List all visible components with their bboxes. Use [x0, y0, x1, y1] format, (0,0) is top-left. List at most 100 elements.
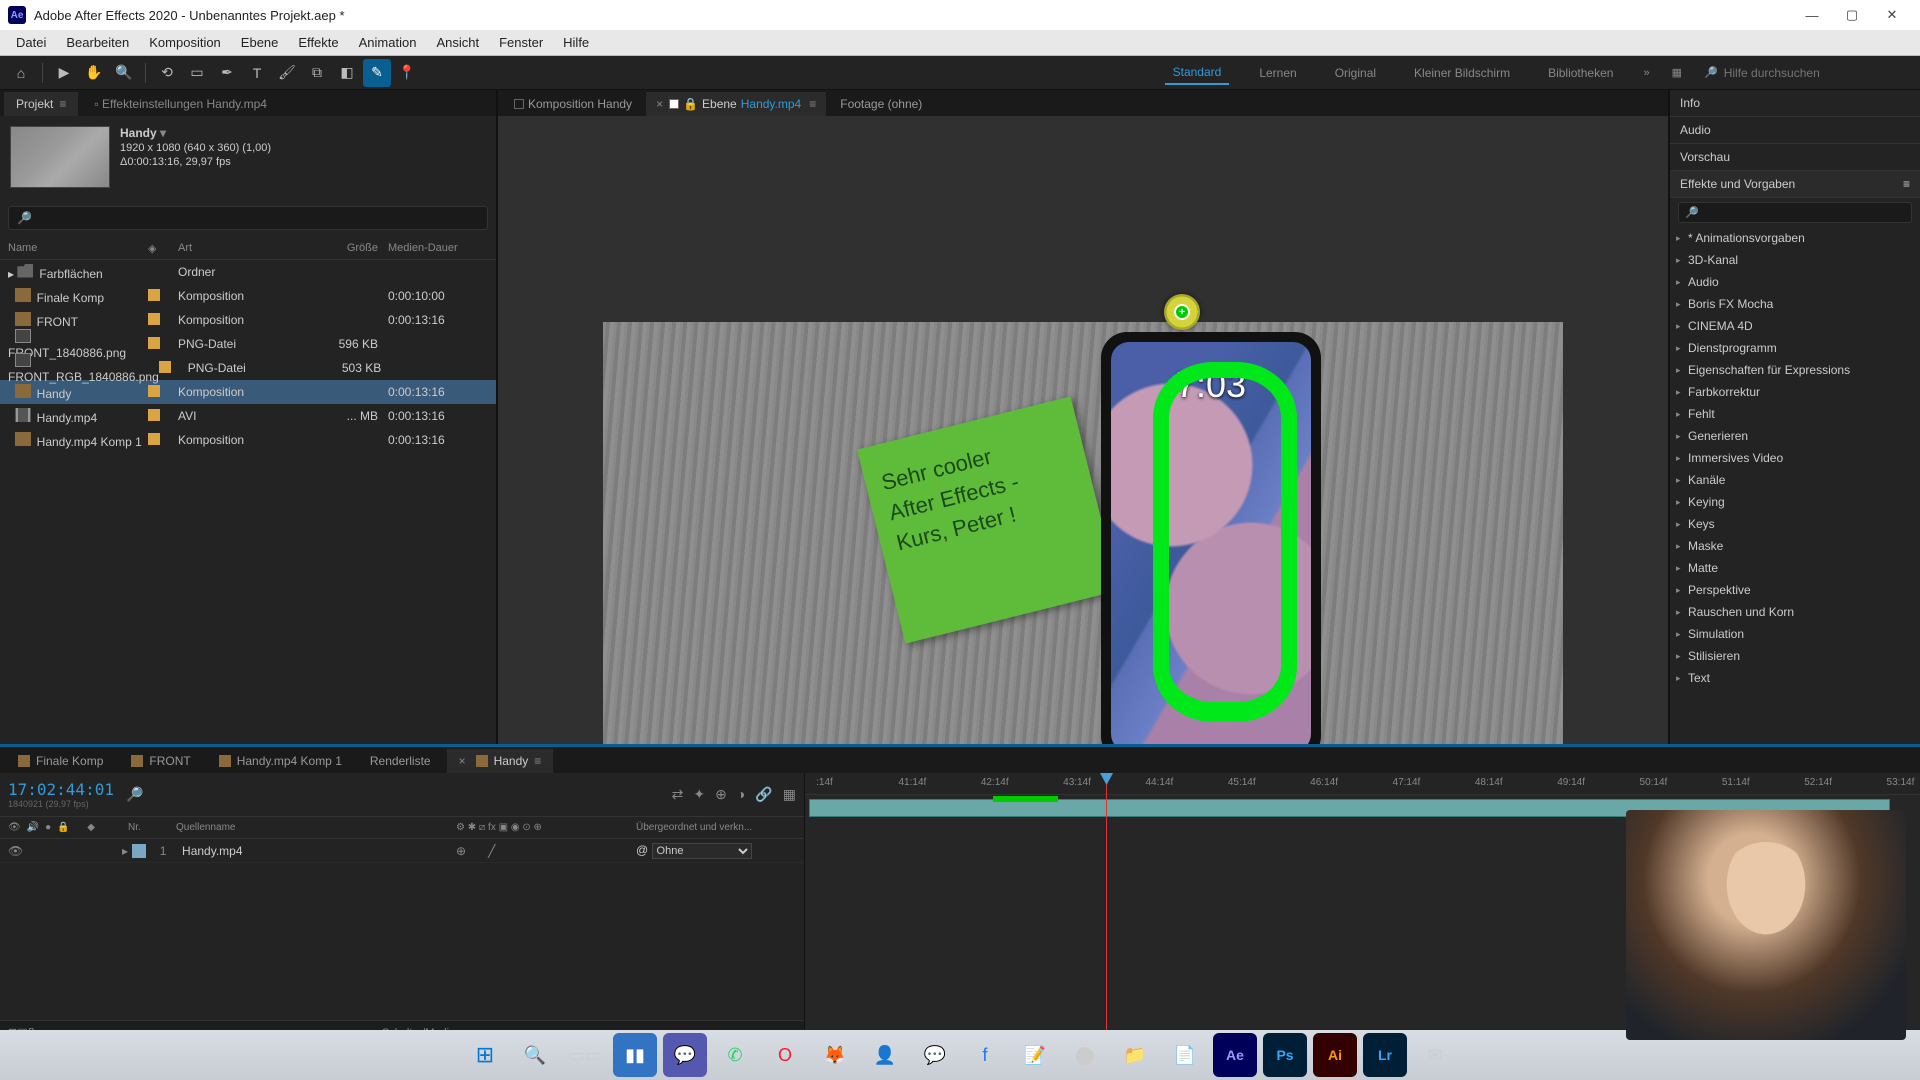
close-button[interactable]: ✕ — [1872, 0, 1912, 30]
workspace-small[interactable]: Kleiner Bildschirm — [1406, 62, 1518, 84]
project-row[interactable]: FRONT_RGB_1840886.png PNG-Datei 503 KB — [0, 356, 496, 380]
eye-icon[interactable]: 👁 — [8, 844, 22, 858]
col-switches[interactable]: ⚙ ✱ ⧄ fx ▣ ◉ ⊙ ⊕ — [456, 822, 636, 833]
help-search[interactable]: 🔎 — [1704, 66, 1904, 80]
effect-category[interactable]: Immersives Video — [1670, 447, 1920, 469]
lock-icon[interactable]: 🔒 — [683, 97, 698, 111]
effect-category[interactable]: 3D-Kanal — [1670, 249, 1920, 271]
home-tool-icon[interactable]: ⌂ — [7, 59, 35, 87]
help-search-input[interactable] — [1724, 66, 1874, 80]
tl-icon-4[interactable]: ◑ — [737, 786, 745, 803]
timeline-search-icon[interactable]: 🔎 — [126, 786, 143, 803]
col-type[interactable]: Art — [178, 242, 298, 255]
orbit-tool-icon[interactable]: ⟲ — [153, 59, 181, 87]
effect-category[interactable]: * Animationsvorgaben — [1670, 227, 1920, 249]
timeline-playhead[interactable] — [1106, 773, 1107, 1044]
pickwhip-icon[interactable]: @ — [636, 843, 648, 857]
workspace-original[interactable]: Original — [1327, 62, 1384, 84]
effect-category[interactable]: Farbkorrektur — [1670, 381, 1920, 403]
project-row[interactable]: ▸ Farbflächen Ordner — [0, 260, 496, 284]
effect-category[interactable]: Boris FX Mocha — [1670, 293, 1920, 315]
keyframe-nav-icon[interactable]: ◆ — [87, 822, 95, 833]
project-row[interactable]: Handy Komposition 0:00:13:16 — [0, 380, 496, 404]
selected-comp-name[interactable]: Handy — [120, 126, 271, 140]
col-size[interactable]: Größe — [298, 242, 378, 255]
tl-icon-6[interactable]: ▦ — [783, 786, 796, 803]
eraser-tool-icon[interactable]: ◧ — [333, 59, 361, 87]
menu-composition[interactable]: Komposition — [139, 32, 231, 53]
tab-effect-controls[interactable]: ▫ Effekteinstellungen Handy.mp4 — [82, 92, 279, 116]
selection-tool-icon[interactable]: ▶ — [50, 59, 78, 87]
workspace-libraries[interactable]: Bibliotheken — [1540, 62, 1621, 84]
effect-category[interactable]: Dienstprogramm — [1670, 337, 1920, 359]
effect-category[interactable]: Matte — [1670, 557, 1920, 579]
taskbar-opera-icon[interactable]: O — [763, 1033, 807, 1077]
menu-edit[interactable]: Bearbeiten — [56, 32, 139, 53]
col-duration[interactable]: Medien-Dauer — [378, 242, 488, 255]
pen-tool-icon[interactable]: ✒ — [213, 59, 241, 87]
col-nr[interactable]: Nr. — [128, 822, 168, 833]
effect-category[interactable]: Keying — [1670, 491, 1920, 513]
taskbar-whatsapp-icon[interactable]: ✆ — [713, 1033, 757, 1077]
tl-icon-5[interactable]: 🔗 — [755, 786, 772, 803]
effect-category[interactable]: Fehlt — [1670, 403, 1920, 425]
workspace-learn[interactable]: Lernen — [1251, 62, 1304, 84]
taskbar-folder-icon[interactable]: 📁 — [1113, 1033, 1157, 1077]
menu-window[interactable]: Fenster — [489, 32, 553, 53]
col-name[interactable]: Name — [8, 242, 148, 255]
timeline-tab[interactable]: Finale Komp — [6, 749, 115, 773]
taskbar-aftereffects-icon[interactable]: Ae — [1213, 1033, 1257, 1077]
menu-file[interactable]: Datei — [6, 32, 56, 53]
panel-menu-icon[interactable]: ≡ — [1903, 177, 1910, 191]
taskbar-messenger-icon[interactable]: 💬 — [913, 1033, 957, 1077]
effect-category[interactable]: Stilisieren — [1670, 645, 1920, 667]
effects-search[interactable]: 🔎 — [1678, 202, 1912, 223]
rect-tool-icon[interactable]: ▭ — [183, 59, 211, 87]
workspace-overflow-icon[interactable]: » — [1643, 67, 1649, 79]
effect-category[interactable]: Perspektive — [1670, 579, 1920, 601]
layer-name[interactable]: Handy.mp4 — [182, 844, 242, 858]
taskbar-notes-icon[interactable]: 📝 — [1013, 1033, 1057, 1077]
menu-effects[interactable]: Effekte — [288, 32, 348, 53]
workspace-standard[interactable]: Standard — [1165, 61, 1230, 85]
brush-tool-icon[interactable]: 🖌 — [273, 59, 301, 87]
effect-category[interactable]: Keys — [1670, 513, 1920, 535]
type-tool-icon[interactable]: T — [243, 59, 271, 87]
effect-category[interactable]: Generieren — [1670, 425, 1920, 447]
menu-animation[interactable]: Animation — [349, 32, 427, 53]
tab-close-icon[interactable]: × — [656, 97, 663, 111]
timeline-time[interactable]: 17:02:44:01 — [8, 780, 114, 799]
viewer-tab-layer[interactable]: × 🔒 Ebene Handy.mp4 ≡ — [646, 92, 826, 116]
tl-icon-2[interactable]: ✦ — [693, 786, 705, 803]
timeline-tab[interactable]: Renderliste — [358, 749, 443, 773]
minimize-button[interactable]: — — [1792, 0, 1832, 30]
zoom-tool-icon[interactable]: 🔍 — [110, 59, 138, 87]
panel-effects[interactable]: Effekte und Vorgaben≡ — [1670, 171, 1920, 198]
project-row[interactable]: Finale Komp Komposition 0:00:10:00 — [0, 284, 496, 308]
layer-link[interactable]: Handy.mp4 — [741, 97, 801, 111]
effect-category[interactable]: Audio — [1670, 271, 1920, 293]
taskbar-editor-icon[interactable]: 📄 — [1163, 1033, 1207, 1077]
roto-brush-tool-icon[interactable]: ✎ — [363, 59, 391, 87]
panel-preview[interactable]: Vorschau — [1670, 144, 1920, 171]
puppet-tool-icon[interactable]: 📍 — [393, 59, 421, 87]
tl-icon-3[interactable]: ⊕ — [715, 786, 727, 803]
effect-category[interactable]: CINEMA 4D — [1670, 315, 1920, 337]
panel-audio[interactable]: Audio — [1670, 117, 1920, 144]
viewer-tab-comp[interactable]: Komposition Handy — [504, 92, 642, 116]
effect-category[interactable]: Eigenschaften für Expressions — [1670, 359, 1920, 381]
tab-project[interactable]: Projekt≡ — [4, 92, 78, 116]
effect-category[interactable]: Kanäle — [1670, 469, 1920, 491]
panel-info[interactable]: Info — [1670, 90, 1920, 117]
clone-tool-icon[interactable]: ⧉ — [303, 59, 331, 87]
taskbar-app-icon[interactable]: ▮▮ — [613, 1033, 657, 1077]
project-row[interactable]: Handy.mp4 AVI ... MB 0:00:13:16 — [0, 404, 496, 428]
col-tag-icon[interactable]: ◈ — [148, 242, 178, 255]
tl-icon-1[interactable]: ⇄ — [672, 786, 684, 803]
taskbar-firefox-icon[interactable]: 🦊 — [813, 1033, 857, 1077]
project-search[interactable]: 🔎 — [8, 206, 488, 230]
taskbar-taskview-icon[interactable]: ▭▭ — [563, 1033, 607, 1077]
viewer-tab-footage[interactable]: Footage (ohne) — [830, 92, 932, 116]
workspace-grid-icon[interactable]: ▦ — [1672, 66, 1682, 79]
col-parent[interactable]: Übergeordnet und verkn... — [636, 822, 796, 833]
